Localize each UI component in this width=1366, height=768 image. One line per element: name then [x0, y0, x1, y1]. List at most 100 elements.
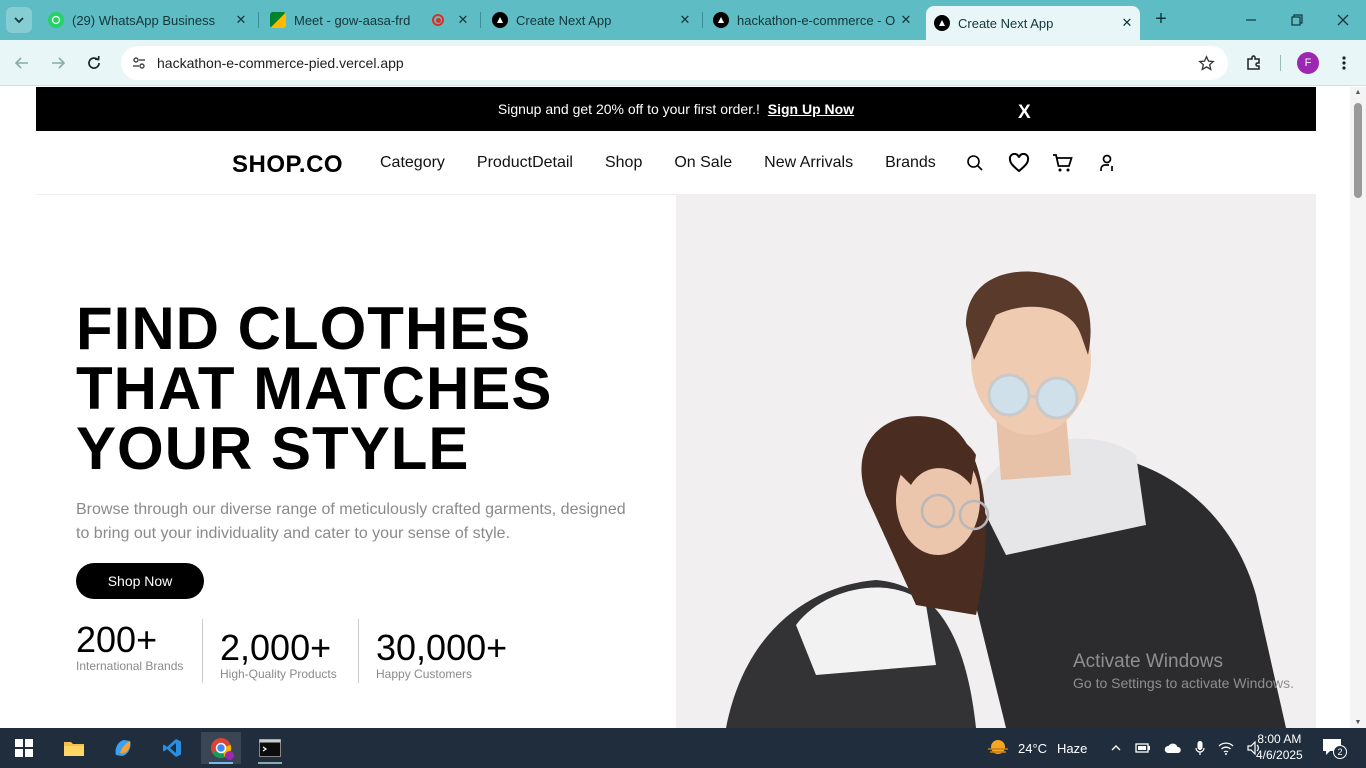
weather-temperature: 24°C: [1018, 740, 1048, 756]
restore-icon: [1291, 14, 1303, 26]
arrow-left-icon: [14, 57, 28, 69]
puzzle-icon: [1247, 55, 1260, 70]
url-text[interactable]: hackathon-e-commerce-pied.vercel.app: [157, 55, 404, 71]
close-tab-icon[interactable]: ✕: [454, 12, 472, 28]
nav-new-arrivals[interactable]: New Arrivals: [764, 154, 853, 172]
shop-now-button[interactable]: Shop Now: [76, 563, 204, 599]
wifi-icon[interactable]: [1218, 741, 1234, 755]
heart-icon[interactable]: [1008, 152, 1030, 174]
stat-divider: [358, 619, 359, 683]
nav-product-detail[interactable]: ProductDetail: [477, 154, 573, 172]
search-icon[interactable]: [964, 152, 986, 174]
scrollbar-thumb[interactable]: [1354, 103, 1362, 198]
notification-count-badge: 2: [1333, 745, 1347, 759]
page-viewport: Signup and get 20% off to your first ord…: [0, 87, 1366, 728]
nav-on-sale[interactable]: On Sale: [674, 154, 732, 172]
close-tab-icon[interactable]: ✕: [676, 12, 694, 28]
chevron-up-icon[interactable]: [1110, 742, 1122, 754]
haze-sun-icon: [988, 740, 1008, 754]
close-icon: [1337, 14, 1349, 26]
chevron-down-icon: [14, 17, 24, 24]
microphone-icon[interactable]: [1195, 740, 1205, 756]
copilot-button[interactable]: [103, 732, 143, 764]
nav-brands[interactable]: Brands: [885, 154, 936, 172]
hero-subtitle: Browse through our diverse range of meti…: [76, 501, 626, 542]
hero-text-section: FIND CLOTHES THAT MATCHES YOUR STYLE Bro…: [36, 195, 676, 728]
weather-widget[interactable]: 24°C Haze: [986, 728, 1087, 768]
profile-avatar[interactable]: F: [1297, 52, 1319, 74]
close-window-button[interactable]: [1329, 6, 1357, 34]
file-explorer-button[interactable]: [54, 732, 94, 764]
headline-line: THAT MATCHES: [76, 355, 553, 422]
reload-button[interactable]: [81, 50, 107, 76]
promo-message-row: Signup and get 20% off to your first ord…: [36, 101, 1316, 117]
address-bar[interactable]: hackathon-e-commerce-pied.vercel.app: [121, 46, 1228, 80]
tab-separator: [480, 12, 481, 28]
account-icon[interactable]: [1096, 152, 1118, 174]
tab-create-next-app[interactable]: Create Next App ✕: [492, 6, 694, 34]
arrow-right-icon: [52, 57, 66, 69]
sign-up-link[interactable]: Sign Up Now: [768, 101, 854, 117]
page-scrollbar[interactable]: ▲ ▼: [1350, 87, 1366, 728]
active-app-indicator: [209, 762, 233, 764]
site-info-icon[interactable]: [129, 53, 149, 73]
close-tab-icon[interactable]: ✕: [232, 12, 250, 28]
tab-whatsapp[interactable]: (29) WhatsApp Business ✕: [48, 6, 250, 34]
chrome-menu-button[interactable]: [1331, 50, 1357, 76]
vercel-icon: [492, 12, 508, 28]
nav-shop[interactable]: Shop: [605, 154, 642, 172]
tab-search-button[interactable]: [6, 7, 32, 33]
nav-category[interactable]: Category: [380, 154, 445, 172]
clock-date: 4/6/2025: [1256, 748, 1303, 762]
promo-banner: Signup and get 20% off to your first ord…: [36, 87, 1316, 131]
stat-label: High-Quality Products: [220, 667, 337, 681]
tab-google-meet[interactable]: Meet - gow-aasa-frd ✕: [270, 6, 472, 34]
watermark-subtitle: Go to Settings to activate Windows.: [1073, 675, 1294, 691]
vercel-icon: [713, 12, 729, 28]
back-button[interactable]: [9, 50, 35, 76]
restore-button[interactable]: [1283, 6, 1311, 34]
system-clock[interactable]: 8:00 AM 4/6/2025: [1256, 731, 1303, 763]
close-tab-icon[interactable]: ✕: [1118, 15, 1136, 31]
notification-center-button[interactable]: 2: [1322, 738, 1348, 759]
stat-item: 200+ International Brands: [76, 619, 183, 673]
main-nav: Category ProductDetail Shop On Sale New …: [380, 154, 936, 172]
stat-value: 30,000+: [376, 627, 508, 668]
stat-value: 2,000+: [220, 627, 332, 668]
site-logo[interactable]: SHOP.CO: [232, 151, 343, 179]
new-tab-button[interactable]: +: [1150, 8, 1172, 31]
terminal-button[interactable]: [250, 732, 290, 764]
tab-title: Create Next App: [958, 15, 1054, 31]
copilot-icon: [115, 740, 131, 756]
stat-label: Happy Customers: [376, 667, 473, 681]
promo-close-button[interactable]: X: [1018, 102, 1031, 124]
chrome-taskbar-button[interactable]: [201, 732, 241, 764]
start-button[interactable]: [4, 732, 44, 764]
forward-button[interactable]: [45, 50, 71, 76]
tab-separator: [702, 12, 703, 28]
scroll-up-arrow-icon[interactable]: ▲: [1353, 89, 1363, 96]
tab-title: (29) WhatsApp Business: [72, 12, 216, 28]
couple-photo-illustration: [726, 271, 1286, 728]
cart-icon[interactable]: [1052, 152, 1074, 174]
minimize-button[interactable]: [1237, 6, 1265, 34]
folder-icon: [64, 742, 84, 756]
close-tab-icon[interactable]: ✕: [897, 12, 915, 28]
running-app-indicator: [258, 762, 282, 764]
stat-label: International Brands: [76, 659, 184, 673]
browser-toolbar: hackathon-e-commerce-pied.vercel.app F: [0, 40, 1366, 86]
weather-description: Haze: [1057, 740, 1088, 756]
scroll-down-arrow-icon[interactable]: ▼: [1353, 719, 1363, 726]
onedrive-cloud-icon[interactable]: [1164, 742, 1182, 754]
extensions-button[interactable]: [1241, 50, 1267, 76]
promo-message: Signup and get 20% off to your first ord…: [497, 101, 760, 117]
tab-create-next-app-active[interactable]: Create Next App ✕: [926, 6, 1140, 40]
vscode-button[interactable]: [152, 732, 192, 764]
header-icons: [964, 152, 1118, 174]
bookmark-star-icon[interactable]: [1196, 53, 1216, 73]
windows-taskbar: 24°C Haze 8:00 AM 4/6/2025 2: [0, 728, 1366, 768]
tab-hackathon[interactable]: hackathon-e-commerce - O ✕: [713, 6, 915, 34]
toolbar-divider: [1280, 55, 1281, 71]
battery-icon[interactable]: [1135, 742, 1151, 754]
profile-badge: [225, 751, 234, 760]
